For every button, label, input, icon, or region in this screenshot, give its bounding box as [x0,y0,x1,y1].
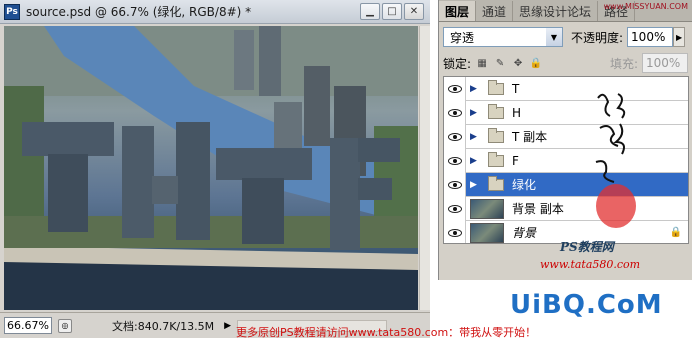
layer-row-selected[interactable]: ▶ 绿化 [444,172,688,197]
document-window: Ps source.psd @ 66.7% (绿化, RGB/8#) * ▁ □… [0,0,430,338]
layer-name: 背景 [512,226,537,240]
vertical-scrollbar[interactable] [419,26,430,310]
folder-icon [488,79,504,95]
lock-icon: 🔒 [669,227,682,238]
layer-name: T [512,81,520,96]
blend-row: 穿透 ▼ 不透明度: 100% ▶ [443,26,688,48]
opacity-label: 不透明度: [571,30,624,45]
expand-triangle-icon[interactable]: ▶ [470,156,484,166]
folder-icon [488,127,504,143]
layer-name: 绿化 [512,178,537,192]
fill-field[interactable]: 100% [642,53,688,73]
uibq-watermark: UiBQ.CoM [510,290,663,320]
layer-row[interactable]: 背景 副本 [444,196,688,221]
layer-thumbnail [470,198,504,219]
eye-icon[interactable] [444,196,466,221]
status-menu-arrow-icon[interactable]: ▶ [224,321,231,331]
eye-icon[interactable] [444,220,466,243]
layer-name: 背景 副本 [512,202,564,216]
opacity-slider-arrow-icon[interactable]: ▶ [673,27,686,47]
fill-label: 填充: [609,56,638,71]
expand-triangle-icon[interactable]: ▶ [470,84,484,94]
lock-all-icon[interactable]: 🔒 [529,56,543,70]
status-nav-icon[interactable]: ◎ [58,318,72,333]
blend-mode-select[interactable]: 穿透 ▼ [443,27,563,47]
folder-icon [488,103,504,119]
eye-icon[interactable] [444,172,466,197]
handwritten-signature [595,93,636,228]
lock-position-icon[interactable]: ✥ [511,56,525,70]
eye-icon[interactable] [444,148,466,173]
tab-layers[interactable]: 图层 [439,1,477,21]
folder-icon [488,175,504,191]
layers-list: ▶ T ▶ H ▶ T 副本 ▶ F ▶ 绿化 背景 副本 背景 🔒 [443,76,689,244]
lock-transparency-icon[interactable]: ▦ [475,56,489,70]
layer-name: T 副本 [512,130,548,144]
layer-row[interactable]: ▶ F [444,148,688,173]
eye-icon[interactable] [444,77,466,101]
layer-row[interactable]: ▶ T 副本 [444,124,688,149]
folder-icon [488,151,504,167]
zoom-level-field[interactable]: 66.67% [4,317,52,334]
site-watermark-url: www.tata580.com [540,258,641,271]
document-title: source.psd @ 66.7% (绿化, RGB/8#) * [26,5,252,19]
layer-row[interactable]: ▶ T [444,77,688,101]
image-canvas[interactable] [4,26,418,310]
layer-name: H [512,105,522,120]
opacity-field[interactable]: 100% [627,27,674,47]
document-title-bar[interactable]: Ps source.psd @ 66.7% (绿化, RGB/8#) * ▁ □… [0,0,430,24]
lock-pixels-icon[interactable]: ✎ [493,56,507,70]
close-button[interactable]: ✕ [404,3,424,20]
eye-icon[interactable] [444,124,466,149]
maximize-button[interactable]: □ [382,3,402,20]
expand-triangle-icon[interactable]: ▶ [470,180,484,190]
tab-forum[interactable]: 思缘设计论坛 [513,1,599,21]
expand-triangle-icon[interactable]: ▶ [470,108,484,118]
document-size-info: 文档:840.7K/13.5M [112,319,215,333]
minimize-button[interactable]: ▁ [360,3,380,20]
eye-icon[interactable] [444,100,466,125]
lock-label: 锁定: [443,56,472,71]
expand-triangle-icon[interactable]: ▶ [470,132,484,142]
blend-mode-value: 穿透 [450,30,475,45]
tab-channels[interactable]: 通道 [476,1,514,21]
site-watermark-cn: PS教程网 [560,240,614,254]
layer-name: F [512,153,519,168]
missyuan-watermark: www.MISSYUAN.COM [603,2,688,11]
layer-thumbnail [470,222,504,243]
lock-row: 锁定: ▦ ✎ ✥ 🔒 填充: 100% [443,52,688,74]
photoshop-icon: Ps [4,3,20,20]
chevron-down-icon: ▼ [546,28,562,46]
layer-row[interactable]: ▶ H [444,100,688,125]
